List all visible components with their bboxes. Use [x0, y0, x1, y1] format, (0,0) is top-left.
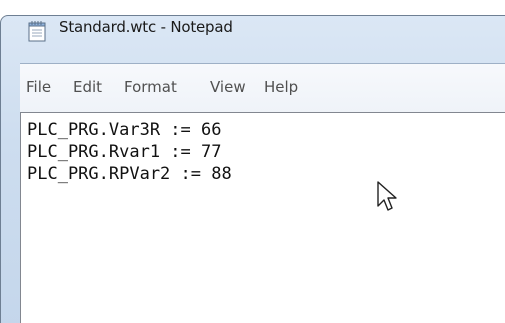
window-title: Standard.wtc - Notepad	[59, 18, 233, 36]
editor-line[interactable]: PLC_PRG.Rvar1 := 77	[27, 141, 232, 163]
menu-view[interactable]: View	[210, 78, 246, 96]
text-editor[interactable]: PLC_PRG.Var3R := 66 PLC_PRG.Rvar1 := 77 …	[20, 112, 505, 323]
notepad-window: Standard.wtc - Notepad File Edit Format …	[0, 0, 505, 323]
menu-bar: File Edit Format View Help	[20, 63, 505, 118]
editor-line[interactable]: PLC_PRG.Var3R := 66	[27, 119, 232, 141]
title-bar[interactable]: Standard.wtc - Notepad	[0, 0, 505, 44]
editor-lines: PLC_PRG.Var3R := 66 PLC_PRG.Rvar1 := 77 …	[27, 119, 232, 185]
notepad-icon[interactable]	[26, 20, 48, 42]
menu-edit[interactable]: Edit	[73, 78, 102, 96]
arrow-cursor-icon	[376, 180, 402, 216]
menu-file[interactable]: File	[26, 78, 51, 96]
menu-help[interactable]: Help	[264, 78, 298, 96]
menu-format[interactable]: Format	[124, 78, 177, 96]
editor-line[interactable]: PLC_PRG.RPVar2 := 88	[27, 163, 232, 185]
